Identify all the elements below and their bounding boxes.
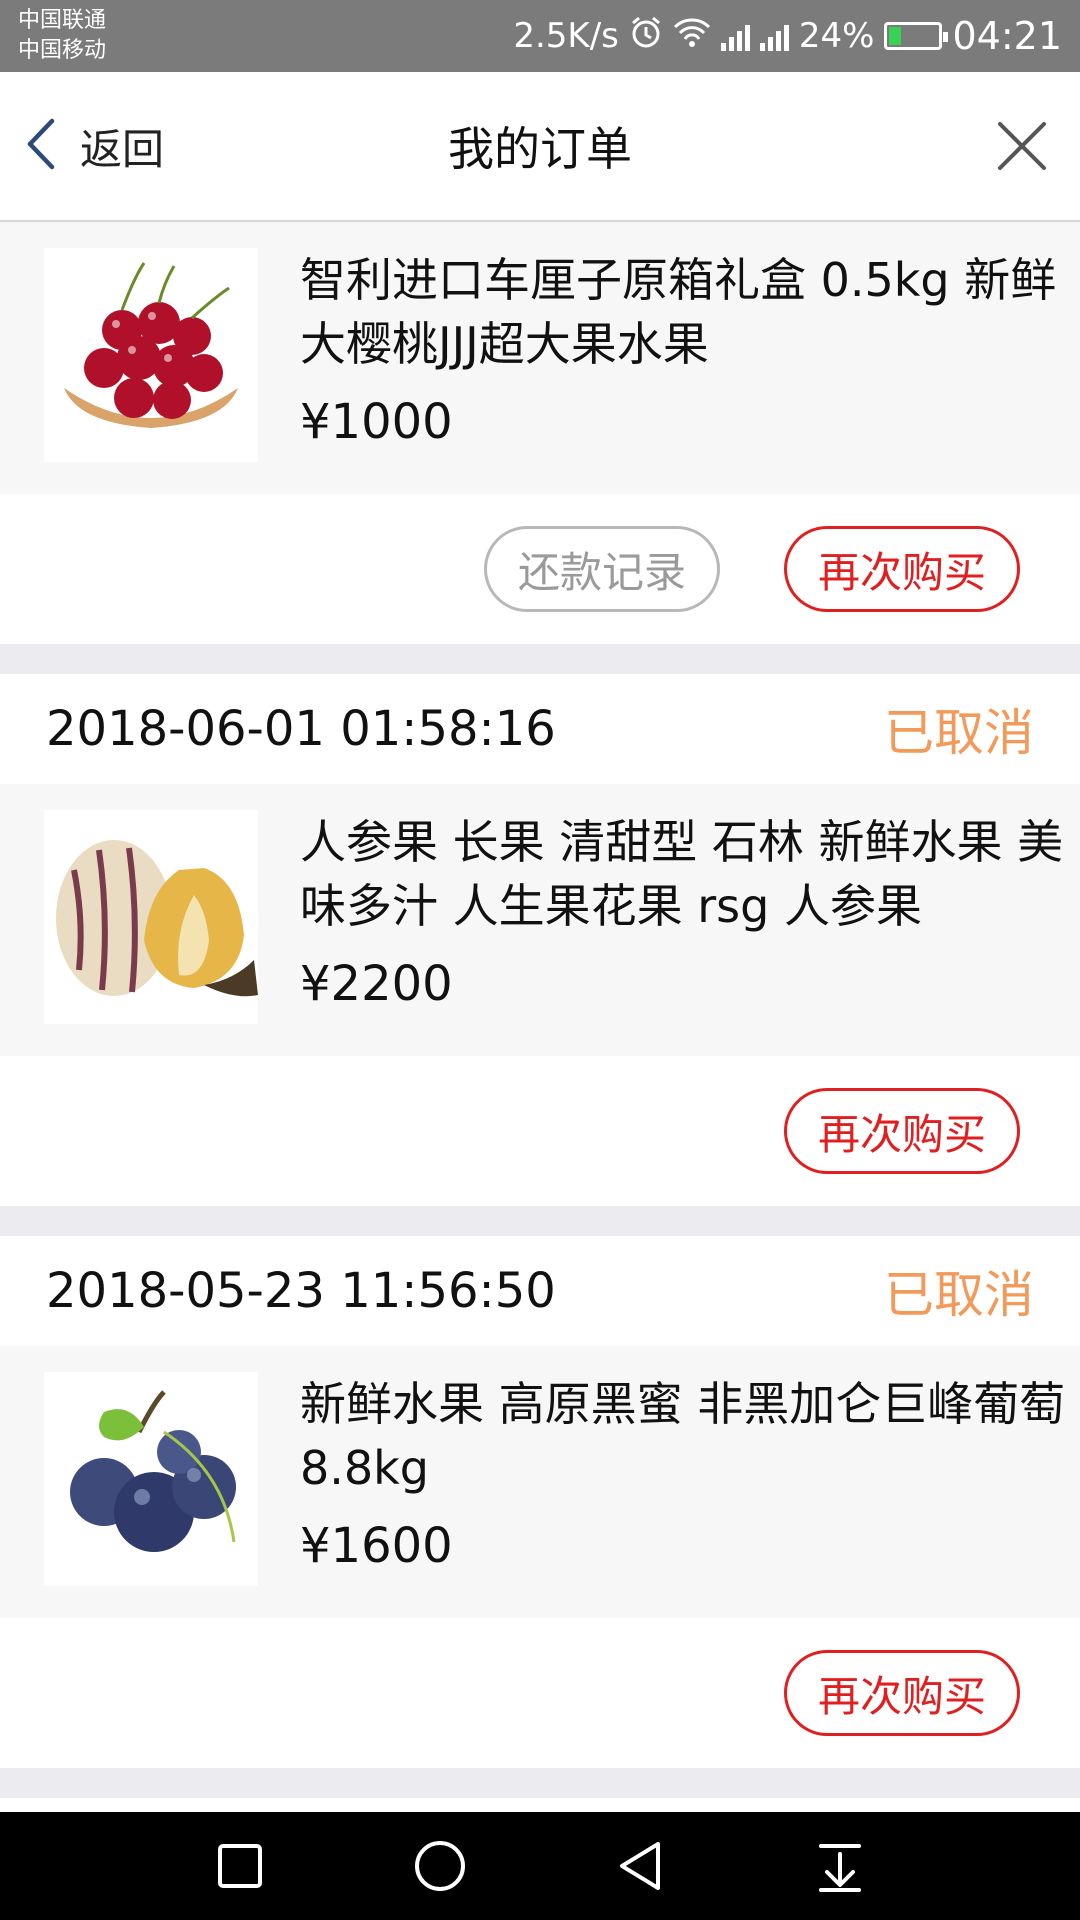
buy-again-button[interactable]: 再次购买: [784, 526, 1020, 612]
alarm-icon: [629, 15, 663, 58]
close-icon: [998, 122, 1046, 170]
product-row[interactable]: 新鲜水果 高原黑蜜 非黑加仑巨峰葡萄 8.8kg ¥1600: [0, 1346, 1080, 1618]
cherries-icon: [44, 248, 258, 462]
order-status: 已取消: [884, 704, 1034, 762]
back-system-button[interactable]: [605, 1831, 675, 1901]
close-button[interactable]: [990, 114, 1054, 178]
order-actions: 再次购买: [0, 1056, 1080, 1206]
product-row[interactable]: 智利进口车厘子原箱礼盒 0.5kg 新鲜大樱桃JJJ超大果水果 ¥1000: [0, 222, 1080, 494]
order-actions: 还款记录 再次购买: [0, 494, 1080, 644]
home-button[interactable]: [405, 1831, 475, 1901]
order-date: 2018-05-23 11:56:50: [46, 1263, 556, 1319]
product-name: 新鲜水果 高原黑蜜 非黑加仑巨峰葡萄 8.8kg: [300, 1377, 1066, 1495]
triangle-back-icon: [620, 1842, 660, 1890]
grapes-icon: [44, 1372, 258, 1586]
nav-bar: 返回 我的订单: [0, 72, 1080, 222]
back-label: 返回: [80, 124, 165, 174]
carrier-1: 中国联通: [18, 8, 107, 33]
repayment-record-button[interactable]: 还款记录: [484, 526, 720, 612]
product-name: 人参果 长果 清甜型 石林 新鲜水果 美味多汁 人生果花果 rsg 人参果: [300, 815, 1064, 933]
square-icon: [218, 1844, 262, 1888]
order-header: 2018-05-23 11:56:50 已取消: [0, 1236, 1080, 1346]
product-price: ¥1000: [300, 394, 453, 450]
clock: 04:21: [952, 14, 1062, 58]
product-name: 智利进口车厘子原箱礼盒 0.5kg 新鲜大樱桃JJJ超大果水果: [300, 253, 1057, 371]
product-row[interactable]: 人参果 长果 清甜型 石林 新鲜水果 美味多汁 人生果花果 rsg 人参果 ¥2…: [0, 784, 1080, 1056]
carrier-names: 中国联通 中国移动: [18, 6, 106, 66]
recent-apps-button[interactable]: [205, 1831, 275, 1901]
product-price: ¥2200: [300, 956, 453, 1012]
buy-again-button[interactable]: 再次购买: [784, 1650, 1020, 1736]
pull-down-icon: [819, 1844, 861, 1892]
notification-pulldown-button[interactable]: [805, 1831, 875, 1901]
buy-again-button[interactable]: 再次购买: [784, 1088, 1020, 1174]
product-price: ¥1600: [300, 1518, 453, 1574]
signal-4g-icon: [720, 21, 750, 51]
carrier-2: 中国移动: [18, 38, 107, 63]
order-card: 2018-05-23 11:56:50 已取消 新鲜水果 高原黑蜜 非黑加仑巨峰…: [0, 1236, 1080, 1768]
pepino-melon-icon: [44, 810, 258, 1024]
wifi-icon: [673, 16, 711, 57]
chevron-left-icon: [24, 117, 58, 175]
order-card: 2018-06-01 01:58:16 已取消 人参果 长果 清甜型 石林 新鲜…: [0, 674, 1080, 1206]
status-bar: 中国联通 中国移动 2.5K/s 24% 04:21: [0, 0, 1080, 72]
card-divider: [0, 1206, 1080, 1236]
system-nav-bar: [0, 1812, 1080, 1920]
back-button[interactable]: 返回: [24, 72, 164, 220]
battery-percent: 24%: [798, 16, 875, 56]
order-list: 智利进口车厘子原箱礼盒 0.5kg 新鲜大樱桃JJJ超大果水果 ¥1000 还款…: [0, 222, 1080, 1798]
network-speed: 2.5K/s: [513, 16, 619, 56]
card-divider: [0, 1768, 1080, 1798]
card-divider: [0, 644, 1080, 674]
order-card: 智利进口车厘子原箱礼盒 0.5kg 新鲜大樱桃JJJ超大果水果 ¥1000 还款…: [0, 222, 1080, 644]
order-actions: 再次购买: [0, 1618, 1080, 1768]
status-indicators: 2.5K/s 24% 04:21: [513, 14, 1062, 58]
order-date: 2018-06-01 01:58:16: [46, 701, 556, 757]
circle-icon: [415, 1841, 465, 1891]
product-info: 新鲜水果 高原黑蜜 非黑加仑巨峰葡萄 8.8kg ¥1600: [300, 1372, 1066, 1574]
product-info: 人参果 长果 清甜型 石林 新鲜水果 美味多汁 人生果花果 rsg 人参果 ¥2…: [300, 810, 1066, 1012]
product-info: 智利进口车厘子原箱礼盒 0.5kg 新鲜大樱桃JJJ超大果水果 ¥1000: [300, 248, 1066, 450]
battery-icon: [884, 22, 949, 50]
order-status: 已取消: [884, 1266, 1034, 1324]
order-header: 2018-06-01 01:58:16 已取消: [0, 674, 1080, 784]
signal-2g-icon: [759, 21, 789, 51]
